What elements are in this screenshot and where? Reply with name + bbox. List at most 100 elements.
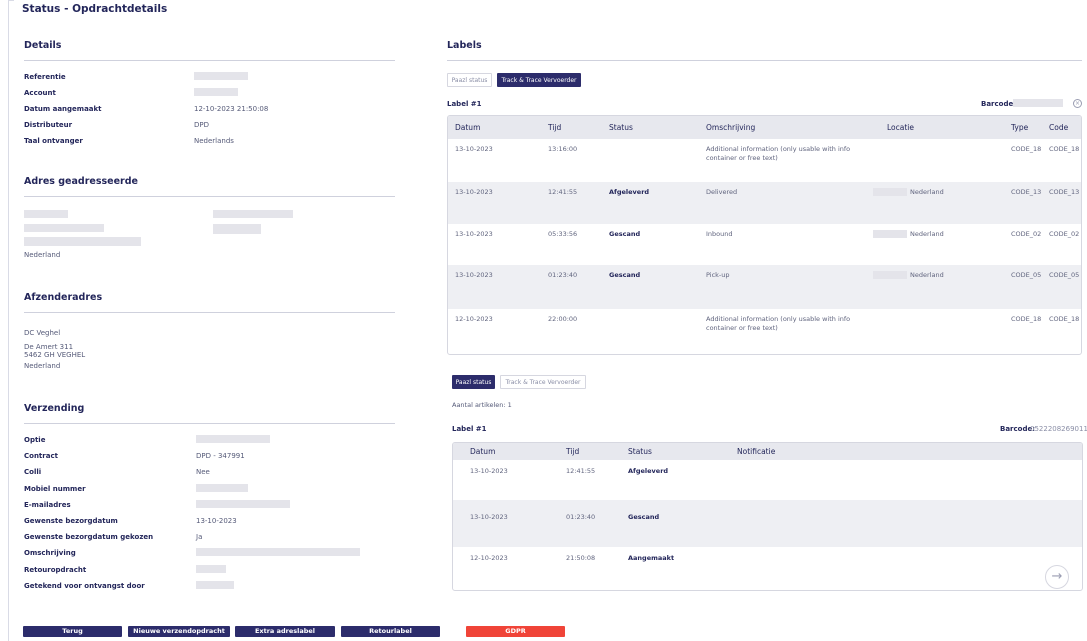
back-button[interactable]: Terug: [23, 626, 122, 637]
detail-label-datum: Datum aangemaakt: [24, 105, 102, 113]
shipment-label-mobiel: Mobiel nummer: [24, 485, 86, 493]
sender-divider: [24, 312, 395, 313]
labels-divider: [447, 60, 1082, 61]
redacted-value: [213, 210, 293, 218]
shipment-value-bezorgdatum: 13-10-2023: [196, 517, 237, 525]
detail-value-taal: Nederlands: [194, 137, 234, 145]
cell-date: 13-10-2023: [455, 271, 493, 279]
table-row: 13-10-2023 13:16:00 Additional informati…: [448, 139, 1081, 182]
redacted-value: [213, 224, 261, 234]
track-trace-table: Datum Tijd Status Omschrijving Locatie T…: [447, 115, 1082, 355]
table-row: 13-10-2023 12:41:55 Afgeleverd Delivered…: [448, 182, 1081, 224]
cell-time: 12:41:55: [548, 188, 578, 196]
cell-status: Aangemaakt: [628, 554, 675, 562]
cell-date: 13-10-2023: [470, 467, 508, 475]
new-order-button[interactable]: Nieuwe verzendopdracht: [128, 626, 230, 637]
sender-street: De Amert 311: [24, 343, 74, 351]
cell-code: CODE_18: [1049, 145, 1080, 153]
return-label-button[interactable]: Retourlabel: [341, 626, 440, 637]
label-name: Label #1: [447, 100, 482, 108]
tab-paazl-status[interactable]: Paazl status: [452, 375, 495, 389]
redacted-value: [873, 188, 907, 196]
redacted-value: [24, 237, 141, 246]
cell-location: Nederland: [910, 230, 944, 238]
paazl-status-table: Datum Tijd Status Notificatie 13-10-2023…: [452, 442, 1083, 591]
shipment-label-retour: Retouropdracht: [24, 566, 87, 574]
cell-code: CODE_05: [1049, 271, 1080, 279]
redacted-value: [194, 88, 238, 96]
shipment-title: Verzending: [24, 403, 85, 414]
shipment-label-email: E-mailadres: [24, 501, 71, 509]
redacted-value: [873, 230, 907, 238]
cell-time: 21:50:08: [566, 554, 596, 562]
detail-value-datum: 12-10-2023 21:50:08: [194, 105, 269, 113]
cell-time: 01:23:40: [566, 513, 596, 521]
detail-label-distributeur: Distributeur: [24, 121, 73, 129]
redacted-value: [196, 500, 290, 508]
redacted-value: [24, 224, 104, 232]
cell-date: 12-10-2023: [455, 315, 493, 323]
column-header-status: Status: [628, 447, 652, 456]
column-header-locatie: Locatie: [887, 123, 914, 132]
close-circle-icon[interactable]: ×: [1073, 99, 1082, 108]
cell-location: Nederland: [910, 271, 944, 279]
address-country: Nederland: [24, 251, 61, 259]
sender-country: Nederland: [24, 362, 61, 370]
label-name: Label #1: [452, 425, 487, 433]
article-count: Aantal artikelen: 1: [452, 401, 512, 409]
address-divider: [24, 196, 395, 197]
cell-description: Additional information (only usable with…: [706, 145, 851, 162]
shipment-label-colli: Colli: [24, 468, 42, 476]
shipment-label-contract: Contract: [24, 452, 58, 460]
cell-time: 13:16:00: [548, 145, 578, 153]
cell-time: 05:33:56: [548, 230, 578, 238]
labels-title: Labels: [447, 40, 482, 51]
shipment-label-bezorgdatum: Gewenste bezorgdatum: [24, 517, 118, 525]
shipment-label-optie: Optie: [24, 436, 46, 444]
detail-value-distributeur: DPD: [194, 121, 210, 129]
shipment-value-colli: Nee: [196, 468, 210, 476]
cell-status: Gescand: [609, 271, 641, 279]
gdpr-button[interactable]: GDPR: [466, 626, 565, 637]
cell-time: 22:00:00: [548, 315, 578, 323]
shipment-value-contract: DPD - 347991: [196, 452, 245, 460]
shipment-label-omschrijving: Omschrijving: [24, 549, 76, 557]
table-row: 12-10-2023 22:00:00 Additional informati…: [448, 309, 1081, 354]
redacted-value: [196, 484, 248, 492]
cell-description: Additional information (only usable with…: [706, 315, 851, 332]
shipment-divider: [24, 423, 395, 424]
barcode-value: 05222082690113: [1030, 425, 1087, 433]
table-header: Datum Tijd Status Notificatie: [453, 443, 1082, 460]
redacted-value: [196, 581, 234, 589]
cell-status: Gescand: [609, 230, 641, 238]
table-row: 13-10-2023 01:23:40 Gescand: [453, 500, 1082, 547]
tab-paazl-status[interactable]: Paazl status: [447, 73, 492, 87]
shipment-value-gekozen: Ja: [196, 533, 203, 541]
cell-status: Afgeleverd: [609, 188, 650, 196]
table-row: 13-10-2023 01:23:40 Gescand Pick-up Nede…: [448, 265, 1081, 309]
cell-code: CODE_18: [1049, 315, 1080, 323]
tab-track-trace[interactable]: Track & Trace Vervoerder: [500, 375, 586, 389]
table-header: Datum Tijd Status Omschrijving Locatie T…: [448, 116, 1081, 139]
details-divider: [24, 60, 395, 61]
table-row: 13-10-2023 12:41:55 Afgeleverd: [453, 460, 1082, 500]
sender-name: DC Veghel: [24, 329, 61, 337]
page-title: Status - Opdrachtdetails: [22, 3, 168, 15]
column-header-code: Code: [1049, 123, 1069, 132]
redacted-value: [24, 210, 68, 218]
redacted-value: [196, 435, 270, 443]
column-header-datum: Datum: [470, 447, 496, 456]
cell-time: 01:23:40: [548, 271, 578, 279]
cell-type: CODE_18: [1011, 145, 1042, 153]
column-header-datum: Datum: [455, 123, 481, 132]
cell-description: Pick-up: [706, 271, 730, 279]
barcode-label: Barcode:: [981, 100, 1017, 108]
extra-label-button[interactable]: Extra adreslabel: [235, 626, 335, 637]
cell-type: CODE_02: [1011, 230, 1042, 238]
tab-track-trace[interactable]: Track & Trace Vervoerder: [497, 73, 581, 87]
column-header-notificatie: Notificatie: [737, 447, 776, 456]
cell-type: CODE_13: [1011, 188, 1042, 196]
column-header-tijd: Tijd: [566, 447, 580, 456]
arrow-right-icon[interactable]: →: [1045, 565, 1069, 589]
details-title: Details: [24, 40, 62, 51]
